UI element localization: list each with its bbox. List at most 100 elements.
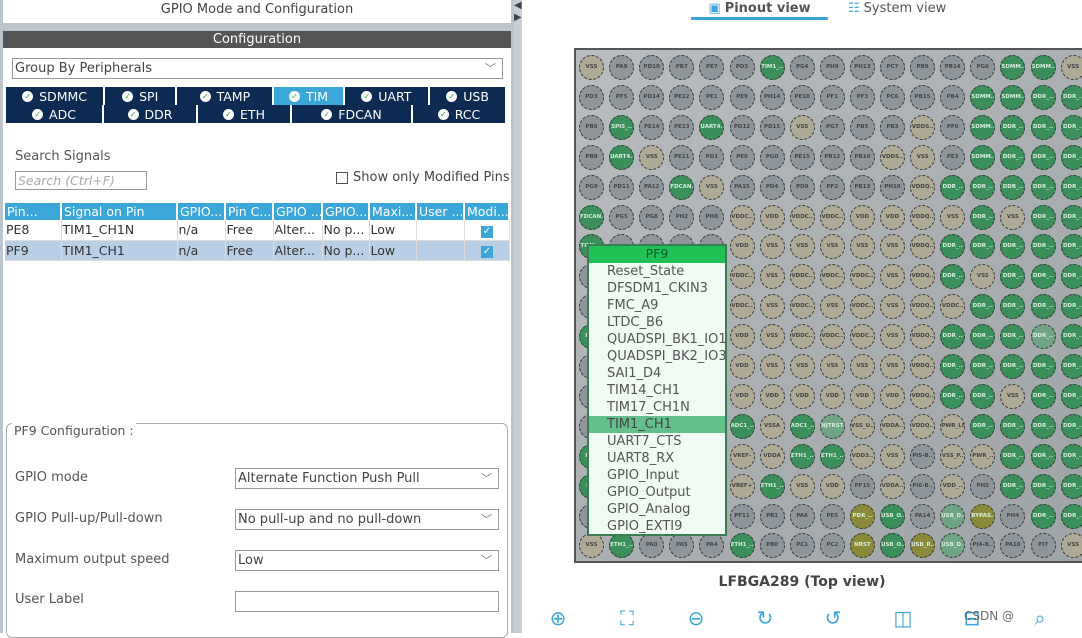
pin-ball[interactable]: DDR_..	[1000, 354, 1026, 379]
menu-item[interactable]: TIM1_CH1	[589, 416, 725, 433]
pin-ball[interactable]: VSS	[759, 264, 785, 290]
pin-ball[interactable]: USB_O..	[880, 533, 905, 559]
menu-item[interactable]: UART7_CTS	[589, 433, 725, 450]
pin-ball[interactable]: PC7	[880, 55, 905, 80]
pin-ball[interactable]: VDDC..	[789, 294, 815, 320]
pin-ball[interactable]: DDR_..	[970, 413, 996, 439]
pin-ball[interactable]: PG7	[819, 114, 845, 140]
column-header[interactable]: GPIO...	[177, 203, 226, 220]
pin-ball[interactable]: VDDC..	[789, 264, 815, 290]
pin-ball[interactable]: PWR_LP	[940, 413, 966, 439]
pin-ball[interactable]: VSS	[880, 443, 905, 469]
pin-ball[interactable]: PF5	[609, 84, 635, 110]
pin-ball[interactable]: VSS	[1060, 55, 1082, 80]
pin-ball[interactable]: VDDQ..	[910, 204, 936, 230]
pin-ball[interactable]: SDMM..	[970, 144, 996, 170]
pin-ball[interactable]: ETH1_..	[759, 473, 785, 499]
pin-ball[interactable]: PF0	[940, 114, 966, 140]
menu-item[interactable]: GPIO_Input	[589, 467, 725, 484]
pin-ball[interactable]: VSS	[699, 174, 725, 200]
pin-ball[interactable]: PH10	[880, 174, 905, 200]
pin-ball[interactable]: DDR_..	[1000, 144, 1026, 170]
pin-ball[interactable]: VDD	[819, 383, 845, 409]
pin-ball[interactable]: PA9	[609, 55, 635, 80]
pin-ball[interactable]: BYPAS..	[970, 503, 996, 529]
column-header[interactable]: Pin...	[5, 203, 62, 220]
pin-ball[interactable]: DDR_..	[1030, 413, 1056, 439]
menu-item[interactable]: LTDC_B6	[589, 314, 725, 331]
pin-ball[interactable]: VSS	[819, 234, 845, 260]
pin-ball[interactable]: VSS	[880, 324, 905, 350]
pin-ball[interactable]: VDDQ..	[910, 324, 936, 350]
show-modified-checkbox[interactable]: Show only Modified Pins	[336, 170, 510, 185]
pin-ball[interactable]: PE5	[819, 503, 845, 529]
pin-ball[interactable]: PDR_..	[849, 503, 875, 529]
menu-item[interactable]: QUADSPI_BK1_IO1	[589, 331, 727, 348]
panel-splitter[interactable]: ◀ ▶	[514, 0, 522, 633]
pin-ball[interactable]: DDR_..	[970, 383, 996, 409]
menu-item[interactable]: QUADSPI_BK2_IO3	[589, 348, 727, 365]
pin-ball[interactable]: VSS	[819, 354, 845, 379]
tab-usb[interactable]: ✓ USB	[430, 87, 507, 105]
pin-ball[interactable]: UART4..	[699, 114, 725, 140]
pin-ball[interactable]: DDR_..	[1030, 503, 1056, 529]
pin-ball[interactable]: DDR_..	[1060, 264, 1082, 290]
search-input[interactable]: Search (Ctrl+F)	[15, 171, 147, 190]
pin-ball[interactable]: PC1	[789, 533, 815, 559]
pin-ball[interactable]: DDR_..	[1060, 84, 1082, 110]
modified-checkbox[interactable]: ✓	[481, 225, 493, 238]
pin-ball[interactable]: DDR_..	[1000, 234, 1026, 260]
pin-ball[interactable]: DDR_..	[1030, 294, 1056, 320]
pin-ball[interactable]: VSS_U..	[849, 413, 875, 439]
pin-ball[interactable]: DDR_..	[1060, 503, 1082, 529]
menu-item[interactable]: UART8_RX	[589, 450, 725, 467]
pin-ball[interactable]: PB12	[819, 144, 845, 170]
pin-ball[interactable]: PF3	[849, 84, 875, 110]
gpio-mode-select[interactable]: Alternate Function Push Pull ﹀	[235, 468, 499, 489]
pin-ball[interactable]: PG4	[789, 55, 815, 80]
pin-ball[interactable]: DDR_..	[1030, 144, 1056, 170]
pin-ball[interactable]: SDMM..	[1030, 55, 1056, 80]
pin-ball[interactable]: PE0	[729, 144, 755, 170]
tab-ddr[interactable]: ✓ DDR	[104, 105, 198, 123]
pin-ball[interactable]: PI6-B..	[910, 473, 936, 499]
pin-ball[interactable]: VDDC..	[849, 324, 875, 350]
pin-ball[interactable]: VDD	[729, 324, 755, 350]
rotate-left-icon[interactable]: ↺	[821, 606, 845, 630]
pin-ball[interactable]: VSSA	[759, 413, 785, 439]
pin-ball[interactable]: PF15	[849, 473, 875, 499]
pin-ball[interactable]: DDR_..	[1030, 473, 1056, 499]
pin-ball[interactable]: DDR_..	[940, 383, 966, 409]
pin-ball[interactable]: PA10	[1000, 533, 1026, 559]
pin-ball[interactable]: PH9	[819, 55, 845, 80]
pin-ball[interactable]: VSS	[789, 234, 815, 260]
pin-ball[interactable]: VDD	[759, 204, 785, 230]
pin-ball[interactable]: DDR_..	[1000, 114, 1026, 140]
pin-ball[interactable]: PD14	[639, 84, 665, 110]
pin-ball[interactable]: VDD	[789, 383, 815, 409]
pin-ball[interactable]: PB8	[579, 144, 604, 170]
tab-rcc[interactable]: ✓ RCC	[413, 105, 507, 123]
pin-ball[interactable]: PD10	[639, 55, 665, 80]
pin-ball[interactable]: VDDA..	[880, 413, 905, 439]
group-by-dropdown[interactable]: Group By Peripherals ﹀	[12, 58, 503, 79]
pin-ball[interactable]: PH5	[970, 473, 996, 499]
pin-ball[interactable]: VSS	[789, 114, 815, 140]
pin-ball[interactable]: DDR_..	[1030, 354, 1056, 379]
pin-ball[interactable]: VSS	[849, 234, 875, 260]
flip-vertical-icon[interactable]: ◫	[891, 606, 915, 630]
pin-ball[interactable]: DDR_..	[1000, 264, 1026, 290]
pin-ball[interactable]: VDDQ..	[910, 174, 936, 200]
pin-ball[interactable]: DDR_..	[1030, 383, 1056, 409]
pin-ball[interactable]: VDD	[849, 204, 875, 230]
pin-ball[interactable]: VSS	[789, 354, 815, 379]
pin-ball[interactable]: VSS	[880, 234, 905, 260]
pin-ball[interactable]: DDR_..	[970, 324, 996, 350]
pin-ball[interactable]: PH8	[699, 204, 725, 230]
tab-sdmmc[interactable]: ✓ SDMMC	[6, 87, 106, 105]
pin-ball[interactable]: DDR_..	[1060, 114, 1082, 140]
pin-ball[interactable]: DDR_..	[1060, 324, 1082, 350]
pin-ball[interactable]: DDR_..	[1060, 144, 1082, 170]
pin-ball[interactable]: VDD	[880, 204, 905, 230]
pin-ball[interactable]: PD5	[729, 55, 755, 80]
